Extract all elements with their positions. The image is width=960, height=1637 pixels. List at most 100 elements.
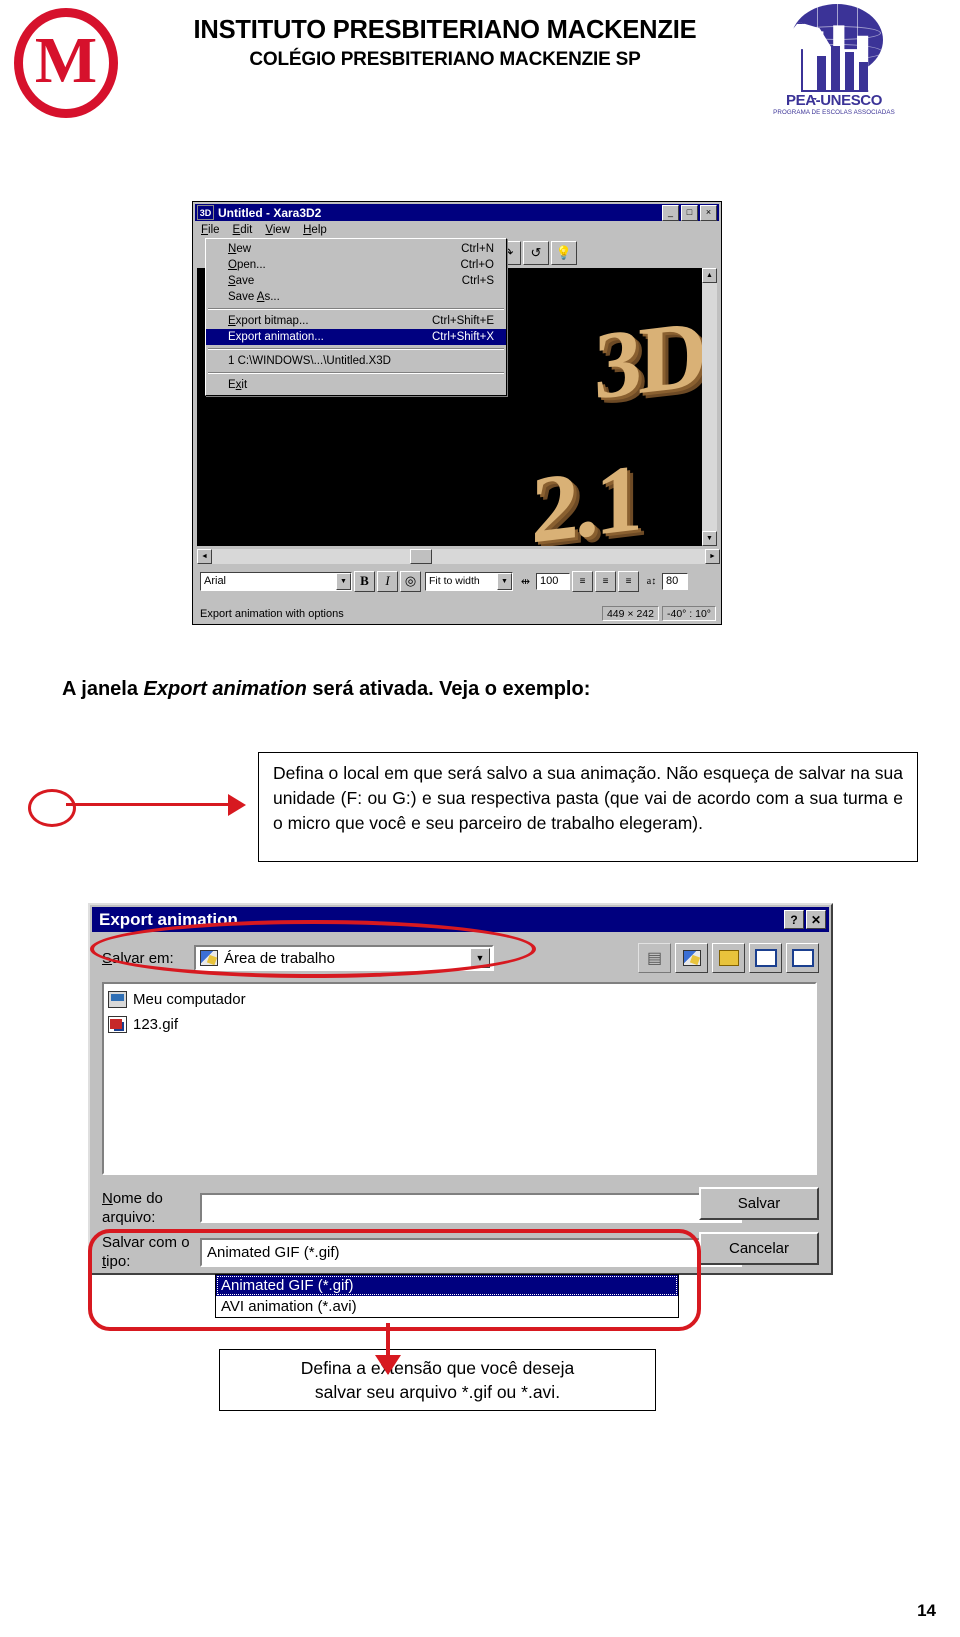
scroll-right-arrow-icon[interactable]: ►: [705, 549, 720, 564]
callout-line-shape: [66, 803, 236, 806]
fit-mode-combo[interactable]: Fit to width ▼: [425, 571, 513, 591]
scroll-left-arrow-icon[interactable]: ◄: [197, 549, 212, 564]
outline-button[interactable]: ◎: [400, 570, 421, 592]
mackenzie-logo: M: [14, 8, 124, 120]
list-item-label: 123.gif: [133, 1016, 179, 1033]
status-size: 449 × 242: [601, 606, 659, 621]
scroll-up-arrow-icon[interactable]: ▲: [702, 268, 717, 283]
status-message: Export animation with options: [200, 607, 344, 620]
xara-menu-bar: File Edit View Help: [195, 222, 719, 238]
unesco-sublabel: PROGRAMA DE ESCOLAS ASSOCIADAS: [773, 109, 895, 116]
xara-status-bar: Export animation with options 449 × 242 …: [195, 605, 719, 622]
xara-window-title: Untitled - Xara3D2: [218, 205, 322, 220]
file-name-label: Nome do arquivo:: [102, 1190, 163, 1226]
menu-separator: [208, 348, 504, 350]
tracking-value-field[interactable]: 100: [536, 572, 570, 590]
instruction-note-text: Defina o local em que será salvo a sua a…: [273, 763, 903, 833]
menu-edit[interactable]: Edit: [233, 224, 253, 236]
close-icon[interactable]: ✕: [806, 910, 826, 929]
menu-item-export-bitmap[interactable]: Export bitmap... Ctrl+Shift+E: [206, 313, 506, 329]
menu-file[interactable]: File: [201, 224, 220, 236]
minimize-button[interactable]: _: [662, 204, 679, 221]
file-name-input[interactable]: [200, 1193, 742, 1223]
details-view-icon[interactable]: [786, 943, 819, 973]
annotation-arrow-line: [386, 1323, 390, 1359]
menu-item-open[interactable]: Open... Ctrl+O: [206, 257, 506, 273]
scrollbar-thumb[interactable]: [410, 549, 432, 564]
font-name-value: Arial: [204, 575, 227, 587]
gif-file-icon: [108, 1016, 127, 1033]
bold-button[interactable]: B: [354, 570, 375, 592]
bottom-note-text: Defina a extensão que você deseja salvar…: [301, 1356, 574, 1404]
heading-italic-part: Export animation: [143, 678, 307, 700]
file-menu-dropdown[interactable]: New Ctrl+N Open... Ctrl+O Save Ctrl+S Save …: [205, 238, 507, 396]
scroll-down-arrow-icon[interactable]: ▼: [702, 531, 717, 546]
pillars-shape: [815, 36, 871, 92]
align-right-icon[interactable]: ≡: [618, 570, 639, 592]
vertical-scrollbar[interactable]: ▲ ▼: [702, 268, 717, 546]
annotation-arrow-head-icon: [375, 1355, 401, 1375]
status-angles: -40° : 10°: [661, 606, 716, 621]
menu-item-recent-file[interactable]: 1 C:\WINDOWS\...\Untitled.X3D: [206, 353, 506, 369]
menu-separator: [208, 308, 504, 310]
callout-arrow-icon: [228, 794, 246, 816]
xara-text-toolbar: Arial ▼ B I ◎ Fit to width ▼ ⇹ 100 ≡ ≡ ≡…: [197, 568, 720, 594]
school-name: COLÉGIO PRESBITERIANO MACKENZIE SP: [249, 49, 641, 70]
header-titles: INSTITUTO PRESBITERIANO MACKENZIE COLÉGI…: [150, 16, 740, 71]
list-item[interactable]: 123.gif: [108, 1012, 815, 1037]
menu-item-save-as[interactable]: Save As...: [206, 289, 506, 305]
bottom-note-line-1: Defina a extensão que você deseja: [300, 1358, 575, 1378]
new-folder-icon[interactable]: [712, 943, 745, 973]
chevron-down-icon[interactable]: ▼: [497, 572, 512, 590]
chevron-down-icon[interactable]: ▼: [336, 572, 351, 590]
xara3d-window: 3D Untitled - Xara3D2 _ □ × File Edit Vi…: [192, 201, 722, 625]
unesco-label: PEA-UNESCO: [785, 92, 882, 109]
up-one-level-icon[interactable]: ▤: [638, 943, 671, 973]
logo-letter: M: [34, 24, 98, 97]
computer-icon: [108, 991, 127, 1008]
menu-item-new[interactable]: New Ctrl+N: [206, 241, 506, 257]
maximize-button[interactable]: □: [681, 204, 698, 221]
xara-title-bar: 3D Untitled - Xara3D2 _ □ ×: [195, 204, 719, 221]
tracking-icon: ⇹: [520, 575, 531, 588]
annotation-rect-file-type: [88, 1229, 701, 1331]
instruction-note-box: Defina o local em que será salvo a sua a…: [258, 752, 918, 862]
undo-icon[interactable]: ↺: [523, 241, 549, 265]
file-list[interactable]: Meu computador 123.gif: [102, 982, 817, 1175]
callout-oval-shape: [28, 789, 76, 827]
save-button[interactable]: Salvar: [699, 1187, 819, 1220]
heading-part-1: A janela: [62, 678, 144, 700]
menu-view[interactable]: View: [265, 224, 290, 236]
create-new-folder-icon[interactable]: [675, 943, 708, 973]
dialog-toolbar: ▤: [638, 943, 819, 973]
fit-mode-value: Fit to width: [429, 575, 480, 587]
menu-help[interactable]: Help: [303, 224, 327, 236]
xara-app-icon: 3D: [197, 205, 214, 220]
annotation-oval-save-in: [90, 920, 536, 978]
canvas-text-bottom: 2.1: [531, 443, 639, 546]
page-header: M INSTITUTO PRESBITERIANO MACKENZIE COLÉ…: [0, 0, 960, 128]
menu-item-export-animation[interactable]: Export animation... Ctrl+Shift+X: [206, 329, 506, 345]
align-center-icon[interactable]: ≡: [595, 570, 616, 592]
menu-item-save[interactable]: Save Ctrl+S: [206, 273, 506, 289]
list-item-label: Meu computador: [133, 991, 246, 1008]
horizontal-scrollbar[interactable]: ◄ ►: [197, 549, 720, 564]
cancel-button[interactable]: Cancelar: [699, 1232, 819, 1265]
font-name-combo[interactable]: Arial ▼: [200, 571, 352, 591]
align-left-icon[interactable]: ≡: [572, 570, 593, 592]
menu-separator: [208, 372, 504, 374]
instruction-heading: A janela Export animation será ativada. …: [62, 678, 892, 701]
page-number: 14: [917, 1601, 936, 1620]
institute-name: INSTITUTO PRESBITERIANO MACKENZIE: [193, 16, 697, 44]
canvas-text-top: 3D: [593, 299, 703, 420]
list-item[interactable]: Meu computador: [108, 987, 815, 1012]
italic-button[interactable]: I: [377, 570, 398, 592]
light-bulb-icon[interactable]: 💡: [551, 241, 577, 265]
menu-item-exit[interactable]: Exit: [206, 377, 506, 393]
line-spacing-icon: a↕: [646, 575, 657, 587]
heading-part-2: será ativada. Veja o exemplo:: [306, 678, 591, 700]
list-view-icon[interactable]: [749, 943, 782, 973]
line-spacing-value-field[interactable]: 80: [662, 572, 688, 590]
close-button[interactable]: ×: [700, 204, 717, 221]
help-button[interactable]: ?: [784, 910, 804, 929]
